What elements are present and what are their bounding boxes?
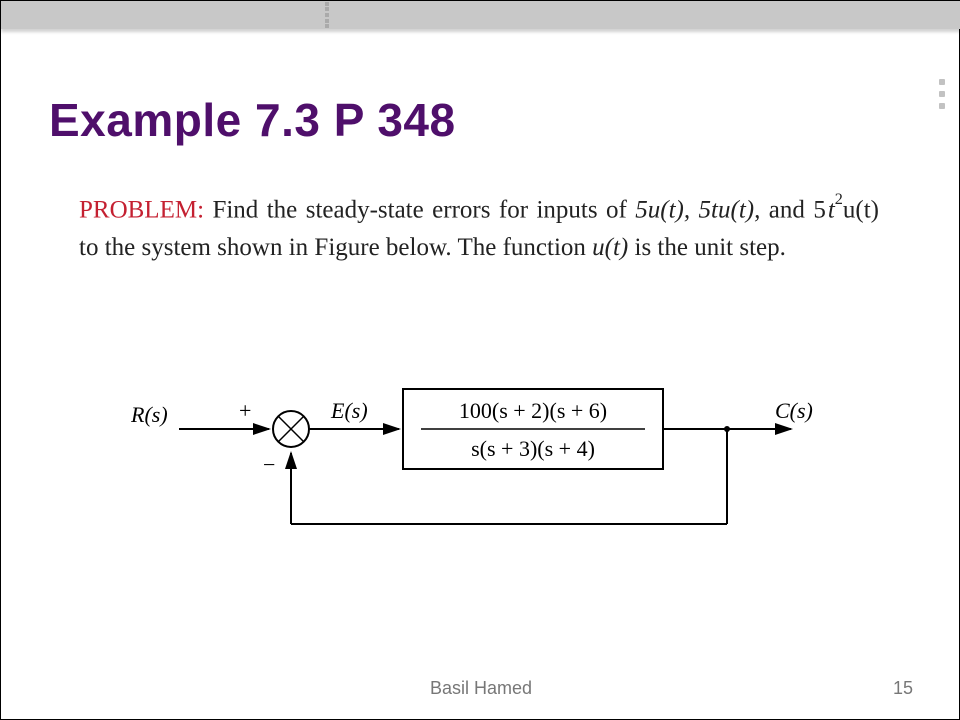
input-3a: 5 [813, 196, 826, 223]
slide: Example 7.3 P 348 PROBLEM: Find the stea… [0, 0, 960, 720]
top-bar [325, 1, 960, 29]
input-3c: u(t) [843, 196, 879, 223]
ut: u(t) [592, 234, 628, 261]
block-diagram: R(s) + − E(s) 100(s + 2)(s + 6) s(s + 3)… [131, 374, 851, 574]
label-R: R(s) [131, 402, 168, 427]
input-1: 5u(t), [635, 196, 690, 223]
summing-junction [273, 411, 309, 447]
input-3b: t [828, 196, 835, 223]
body-text-2: to the system shown in Figure below. The… [79, 234, 592, 261]
body-text-3: is the unit step. [628, 234, 786, 261]
body-text-mid: and [760, 196, 813, 223]
tf-numerator: 100(s + 2)(s + 6) [459, 398, 607, 423]
minus-sign: − [263, 452, 275, 477]
footer-author: Basil Hamed [1, 678, 960, 699]
side-dots [937, 79, 947, 109]
plus-sign: + [239, 398, 251, 423]
tf-denominator: s(s + 3)(s + 4) [471, 436, 595, 461]
input-3exp: 2 [835, 190, 843, 208]
input-2: 5tu(t), [690, 196, 760, 223]
label-C: C(s) [775, 398, 813, 423]
top-bar-dots [325, 1, 329, 29]
slide-title: Example 7.3 P 348 [49, 93, 456, 147]
label-E: E(s) [330, 398, 368, 423]
footer-page: 15 [893, 678, 913, 699]
body-text-1: Find the steady-state errors for inputs … [204, 196, 635, 223]
problem-label: PROBLEM: [79, 196, 204, 223]
problem-text: PROBLEM: Find the steady-state errors fo… [79, 191, 879, 266]
pickoff-node [724, 426, 730, 432]
